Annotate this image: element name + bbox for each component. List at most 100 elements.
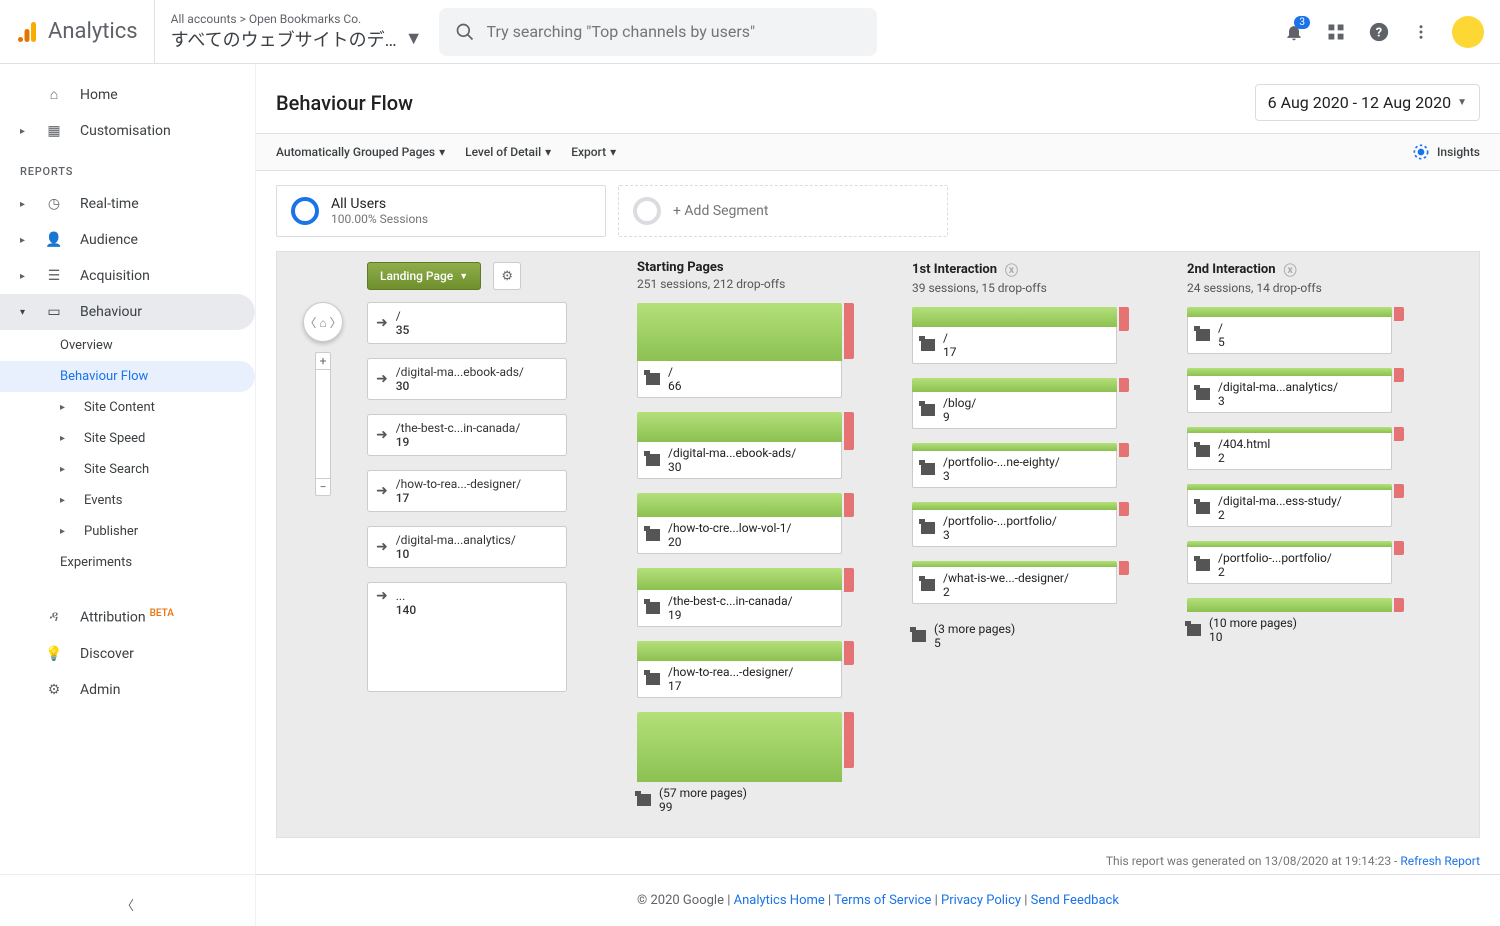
dimension-selector[interactable]: Landing Page ▼ bbox=[367, 262, 481, 290]
nav-attribution[interactable]: ዳAttributionBETA bbox=[0, 598, 255, 636]
insights-button[interactable]: Insights bbox=[1411, 142, 1480, 162]
flow-node[interactable]: /blog/9 bbox=[912, 378, 1117, 429]
footer-privacy[interactable]: Privacy Policy bbox=[941, 893, 1021, 908]
page-icon bbox=[921, 522, 935, 534]
nav-realtime[interactable]: ▸◷Real-time bbox=[0, 186, 255, 222]
flow-node[interactable]: /66 bbox=[637, 303, 842, 398]
zoom-out-button[interactable]: − bbox=[316, 479, 330, 495]
flow-node[interactable]: /digital-ma...analytics/3 bbox=[1187, 368, 1392, 413]
zoom-slider[interactable] bbox=[316, 369, 330, 479]
dropoff-indicator bbox=[844, 412, 854, 450]
footer-analytics-home[interactable]: Analytics Home bbox=[734, 893, 825, 908]
flow-node[interactable]: /the-best-c...in-canada/19 bbox=[637, 568, 842, 627]
page-icon bbox=[646, 454, 660, 466]
grouped-pages-dropdown[interactable]: Automatically Grouped Pages ▾ bbox=[276, 145, 445, 159]
footer-feedback[interactable]: Send Feedback bbox=[1031, 893, 1119, 908]
flow-node[interactable]: /what-is-we...-designer/2 bbox=[912, 561, 1117, 604]
landing-node[interactable]: ➜/35 bbox=[367, 302, 567, 344]
flow-settings-button[interactable]: ⚙ bbox=[493, 262, 521, 290]
nav-section-reports: REPORTS bbox=[0, 149, 255, 186]
behaviour-icon: ▭ bbox=[44, 304, 64, 320]
nav-experiments[interactable]: Experiments bbox=[0, 547, 255, 578]
close-step-icon[interactable]: ⓧ bbox=[1284, 260, 1297, 279]
notifications-button[interactable]: 3 bbox=[1284, 22, 1304, 42]
step-subheader: 24 sessions, 14 drop-offs bbox=[1187, 281, 1392, 295]
nav-overview[interactable]: Overview bbox=[0, 330, 255, 361]
nav-home[interactable]: ⌂Home bbox=[0, 76, 255, 113]
nav-customisation[interactable]: ▸▦Customisation bbox=[0, 113, 255, 149]
dropoff-indicator bbox=[1394, 427, 1404, 441]
page-icon bbox=[921, 579, 935, 591]
collapse-nav-button[interactable]: 〈 bbox=[0, 883, 255, 926]
flow-node[interactable]: /17 bbox=[912, 307, 1117, 364]
flow-node[interactable]: /how-to-rea...-designer/17 bbox=[637, 641, 842, 698]
pan-home-button[interactable]: 〈 ⌂ 〉 bbox=[303, 302, 343, 342]
account-switcher[interactable]: All accounts > Open Bookmarks Co. すべてのウェ… bbox=[155, 12, 439, 52]
account-path: All accounts > Open Bookmarks Co. bbox=[171, 12, 423, 26]
nav-site-search[interactable]: ▸Site Search bbox=[0, 454, 255, 485]
page-icon bbox=[646, 373, 660, 385]
date-range-picker[interactable]: 6 Aug 2020 - 12 Aug 2020 ▼ bbox=[1255, 84, 1480, 121]
flow-node[interactable]: /404.html2 bbox=[1187, 427, 1392, 470]
nav-audience[interactable]: ▸👤Audience bbox=[0, 222, 255, 258]
nav-site-content[interactable]: ▸Site Content bbox=[0, 392, 255, 423]
segments-row: All Users 100.00% Sessions + Add Segment bbox=[256, 171, 1500, 251]
nav-site-speed[interactable]: ▸Site Speed bbox=[0, 423, 255, 454]
search-bar[interactable] bbox=[439, 8, 878, 56]
add-segment-button[interactable]: + Add Segment bbox=[618, 185, 948, 237]
nav-behaviour-flow[interactable]: Behaviour Flow bbox=[0, 361, 255, 392]
landing-node[interactable]: ➜/digital-ma...analytics/10 bbox=[367, 526, 567, 568]
dropoff-indicator bbox=[1394, 598, 1404, 612]
search-icon bbox=[455, 22, 475, 42]
flow-node[interactable]: /5 bbox=[1187, 307, 1392, 354]
page-icon bbox=[912, 630, 926, 642]
apps-icon[interactable] bbox=[1326, 22, 1346, 42]
flow-node[interactable]: /digital-ma...ess-study/2 bbox=[1187, 484, 1392, 527]
chevron-down-icon: ▾ bbox=[545, 145, 551, 159]
header-actions: 3 ? bbox=[1284, 16, 1484, 48]
avatar[interactable] bbox=[1452, 16, 1484, 48]
nav-events[interactable]: ▸Events bbox=[0, 485, 255, 516]
entry-icon: ➜ bbox=[376, 316, 388, 330]
landing-node[interactable]: ➜...140 bbox=[367, 582, 567, 692]
flow-node[interactable]: /how-to-cre...low-vol-1/20 bbox=[637, 493, 842, 554]
page-icon bbox=[1196, 329, 1210, 341]
flow-node[interactable]: /digital-ma...ebook-ads/30 bbox=[637, 412, 842, 479]
landing-node[interactable]: ➜/how-to-rea...-designer/17 bbox=[367, 470, 567, 512]
segment-all-users[interactable]: All Users 100.00% Sessions bbox=[276, 185, 606, 237]
report-toolbar: Automatically Grouped Pages ▾ Level of D… bbox=[256, 133, 1500, 171]
generated-info: This report was generated on 13/08/2020 … bbox=[256, 848, 1500, 874]
help-icon[interactable]: ? bbox=[1368, 21, 1390, 43]
page-icon bbox=[1196, 559, 1210, 571]
behaviour-flow-chart[interactable]: 〈 ⌂ 〉 + − Landing Page ▼ ⚙ ➜/35➜/digital… bbox=[276, 251, 1480, 838]
dropoff-indicator bbox=[1119, 307, 1129, 331]
close-step-icon[interactable]: ⓧ bbox=[1005, 260, 1018, 279]
level-detail-dropdown[interactable]: Level of Detail ▾ bbox=[465, 145, 551, 159]
flow-node[interactable]: /portfolio-...portfolio/2 bbox=[1187, 541, 1392, 584]
dropoff-indicator bbox=[844, 568, 854, 592]
nav-acquisition[interactable]: ▸☰Acquisition bbox=[0, 258, 255, 294]
product-logo[interactable]: Analytics bbox=[16, 0, 155, 64]
export-dropdown[interactable]: Export ▾ bbox=[571, 145, 616, 159]
nav-publisher[interactable]: ▸Publisher bbox=[0, 516, 255, 547]
dropoff-indicator bbox=[844, 303, 854, 359]
chevron-down-icon: ▾ bbox=[610, 145, 616, 159]
zoom-in-button[interactable]: + bbox=[316, 353, 330, 369]
nav-admin[interactable]: ⚙Admin bbox=[0, 672, 255, 708]
flow-node[interactable]: (10 more pages)10 bbox=[1187, 598, 1392, 648]
flow-node[interactable]: (3 more pages)5 bbox=[912, 618, 1117, 654]
refresh-report-link[interactable]: Refresh Report bbox=[1400, 854, 1480, 868]
search-input[interactable] bbox=[487, 22, 862, 41]
more-vert-icon[interactable] bbox=[1412, 23, 1430, 41]
landing-node[interactable]: ➜/digital-ma...ebook-ads/30 bbox=[367, 358, 567, 400]
page-icon bbox=[921, 463, 935, 475]
entry-icon: ➜ bbox=[376, 540, 388, 554]
flow-node[interactable]: (57 more pages)99 bbox=[637, 712, 842, 818]
footer-terms[interactable]: Terms of Service bbox=[834, 893, 931, 908]
flow-node[interactable]: /portfolio-...ne-eighty/3 bbox=[912, 443, 1117, 488]
flow-node[interactable]: /portfolio-...portfolio/3 bbox=[912, 502, 1117, 547]
main-content: Behaviour Flow 6 Aug 2020 - 12 Aug 2020 … bbox=[256, 64, 1500, 926]
nav-discover[interactable]: 💡Discover bbox=[0, 636, 255, 672]
landing-node[interactable]: ➜/the-best-c...in-canada/19 bbox=[367, 414, 567, 456]
nav-behaviour[interactable]: ▾▭Behaviour bbox=[0, 294, 255, 330]
